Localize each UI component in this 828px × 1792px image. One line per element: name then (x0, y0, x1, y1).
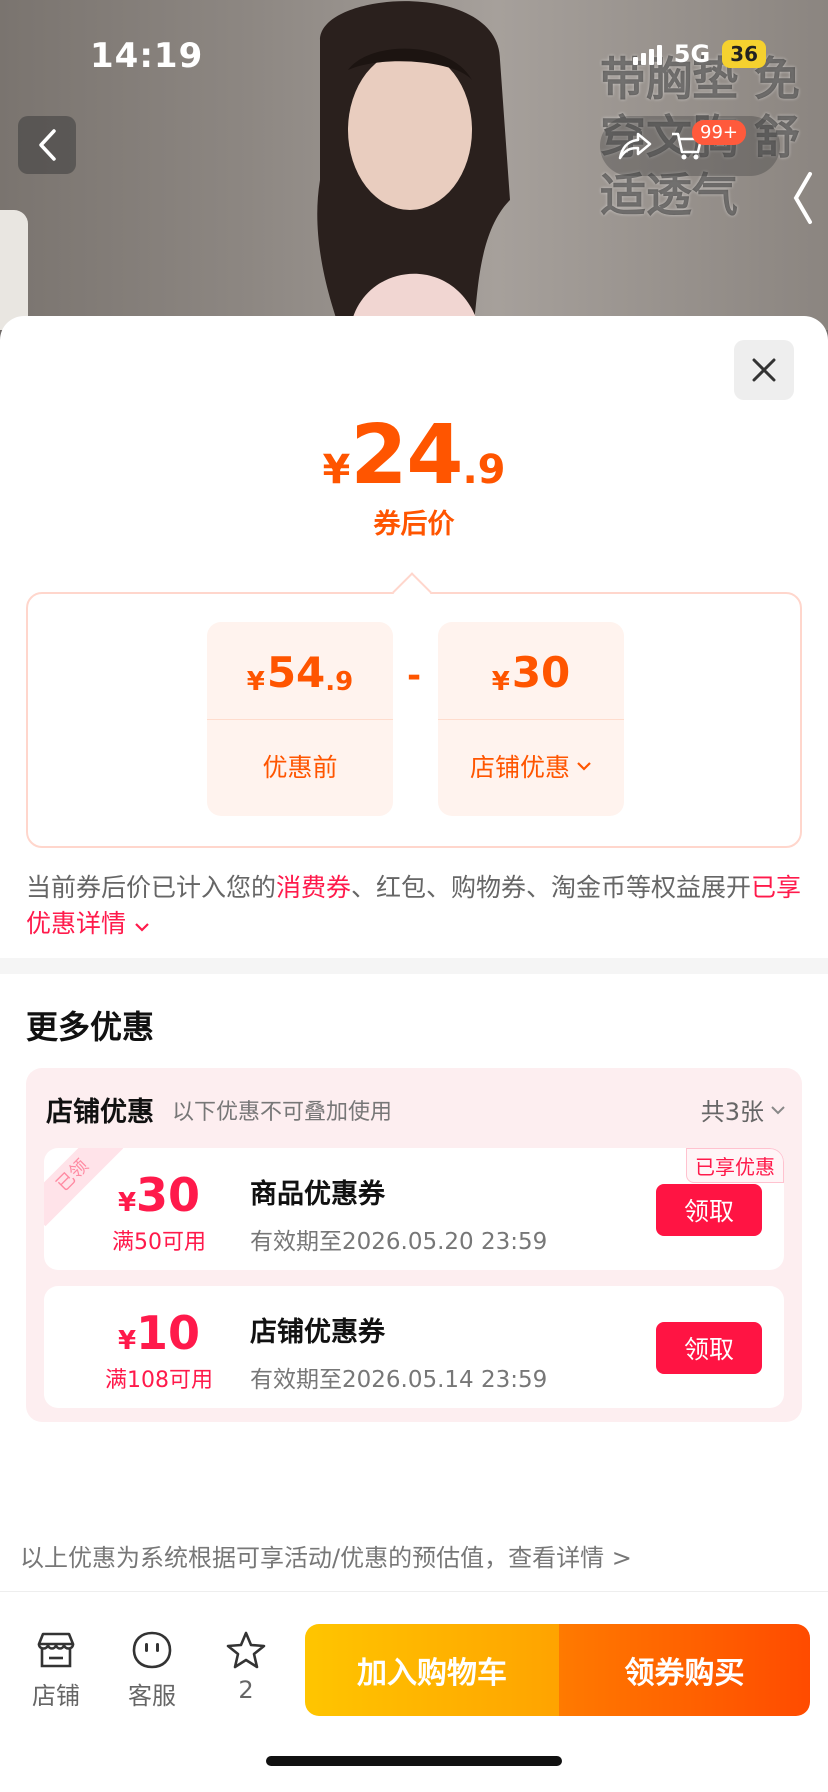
customer-service-icon (132, 1631, 172, 1669)
bottom-action-bar: 店铺 客服 2 加入购物车 领券购买 (0, 1602, 828, 1722)
chevron-down-icon (577, 762, 591, 771)
close-icon (752, 358, 776, 382)
favorite-count: 2 (238, 1676, 254, 1704)
claim-and-buy-button[interactable]: 领券购买 (559, 1624, 810, 1716)
store-icon (37, 1632, 75, 1668)
product-image-header: 带胸垫 免穿文胸 舒适透气 14:19 5G 36 99+ (0, 0, 828, 330)
original-price-decimal: .9 (325, 667, 354, 697)
enjoyed-tag: 已享优惠 (686, 1148, 784, 1183)
price-note: 当前券后价已计入您的消费券、红包、购物券、淘金币等权益展开已享优惠详情 (26, 870, 806, 942)
claim-coupon-button[interactable]: 领取 (656, 1322, 762, 1374)
final-price: ¥24.9 (0, 408, 828, 503)
claim-coupon-button[interactable]: 领取 (656, 1184, 762, 1236)
coupon-name: 店铺优惠券 (250, 1317, 385, 1348)
coupon-card: ¥10 满108可用 店铺优惠券 有效期至2026.05.14 23:59 领取 (44, 1286, 784, 1408)
coupon-value: 30 (136, 1168, 201, 1222)
shop-coupon-title: 店铺优惠 (46, 1097, 154, 1128)
back-button[interactable] (18, 116, 76, 174)
status-indicators: 5G 36 (632, 40, 766, 68)
customer-service-label: 客服 (128, 1682, 176, 1710)
note-text: 、红包、购物券、淘金币等权益展开 (351, 873, 752, 902)
bottom-divider (0, 1591, 828, 1592)
shop-discount-label: 店铺优惠 (469, 753, 570, 782)
customer-service-button[interactable]: 客服 (112, 1630, 192, 1711)
coupon-condition: 满50可用 (112, 1230, 206, 1255)
coupon-count: 共3张 (700, 1098, 764, 1126)
more-offers-title: 更多优惠 (26, 1008, 155, 1046)
note-text: 当前券后价已计入您的 (26, 873, 277, 902)
currency-symbol: ¥ (117, 1326, 137, 1356)
share-icon[interactable] (618, 130, 652, 162)
coupon-value: 10 (136, 1306, 201, 1360)
product-model-photo (317, 1, 510, 330)
chevron-down-icon (771, 1105, 785, 1114)
coupon-amount: ¥30 (84, 1168, 234, 1222)
original-price-cell: ¥54.9 优惠前 (207, 622, 393, 816)
chevron-down-icon[interactable] (134, 922, 150, 932)
side-panel-chevron-icon[interactable] (792, 170, 814, 226)
currency-symbol: ¥ (117, 1188, 137, 1218)
final-price-label: 券后价 (373, 509, 455, 540)
background-object (0, 210, 28, 330)
favorite-button[interactable]: 2 (206, 1630, 286, 1704)
minus-operator: - (406, 656, 422, 696)
price-detail-sheet: ¥24.9 券后价 ¥54.9 优惠前 - ¥30 店铺优惠 当前券后价已计入您… (0, 316, 828, 1792)
currency-symbol: ¥ (322, 447, 351, 493)
price-decimal: .9 (462, 447, 506, 493)
coupon-condition: 满108可用 (105, 1368, 213, 1393)
add-to-cart-button[interactable]: 加入购物车 (305, 1624, 559, 1716)
coupon-validity: 有效期至2026.05.14 23:59 (250, 1367, 548, 1393)
store-label: 店铺 (32, 1682, 80, 1710)
shop-coupon-panel: 店铺优惠 以下优惠不可叠加使用 共3张 已领 ¥30 满50可用 商品优惠券 有… (26, 1068, 802, 1422)
coupon-amount: ¥10 (84, 1306, 234, 1360)
estimate-footnote-link[interactable]: 以上优惠为系统根据可享活动/优惠的预估值，查看详情 > (20, 1538, 632, 1573)
battery-indicator: 36 (722, 40, 766, 68)
signal-icon (632, 43, 662, 65)
shop-discount-cell[interactable]: ¥30 店铺优惠 (438, 622, 624, 816)
price-breakdown-box (26, 592, 802, 848)
close-button[interactable] (734, 340, 794, 400)
store-button[interactable]: 店铺 (16, 1630, 96, 1711)
coupon-validity: 有效期至2026.05.20 23:59 (250, 1229, 548, 1255)
section-divider (0, 958, 828, 974)
network-type: 5G (673, 40, 711, 68)
header-actions[interactable] (600, 116, 780, 176)
coupon-count-toggle[interactable]: 共3张 (701, 1092, 786, 1127)
original-price-label: 优惠前 (262, 753, 338, 782)
shop-discount-amount: 30 (511, 648, 571, 697)
status-time: 14:19 (90, 36, 204, 76)
currency-symbol: ¥ (491, 667, 510, 697)
cart-badge: 99+ (692, 120, 746, 145)
purchase-actions: 加入购物车 领券购买 (305, 1624, 810, 1716)
shop-coupon-subtitle: 以下优惠不可叠加使用 (172, 1100, 393, 1125)
coupon-name: 商品优惠券 (250, 1179, 385, 1210)
coupon-card: 已领 ¥30 满50可用 商品优惠券 有效期至2026.05.20 23:59 … (44, 1148, 784, 1270)
original-price-integer: 54 (266, 648, 326, 697)
star-icon (226, 1631, 266, 1669)
price-integer: 24 (350, 408, 463, 503)
chevron-left-icon (39, 129, 56, 161)
currency-symbol: ¥ (246, 667, 265, 697)
consumption-coupon-link[interactable]: 消费券 (276, 873, 351, 902)
home-indicator[interactable] (266, 1756, 562, 1766)
